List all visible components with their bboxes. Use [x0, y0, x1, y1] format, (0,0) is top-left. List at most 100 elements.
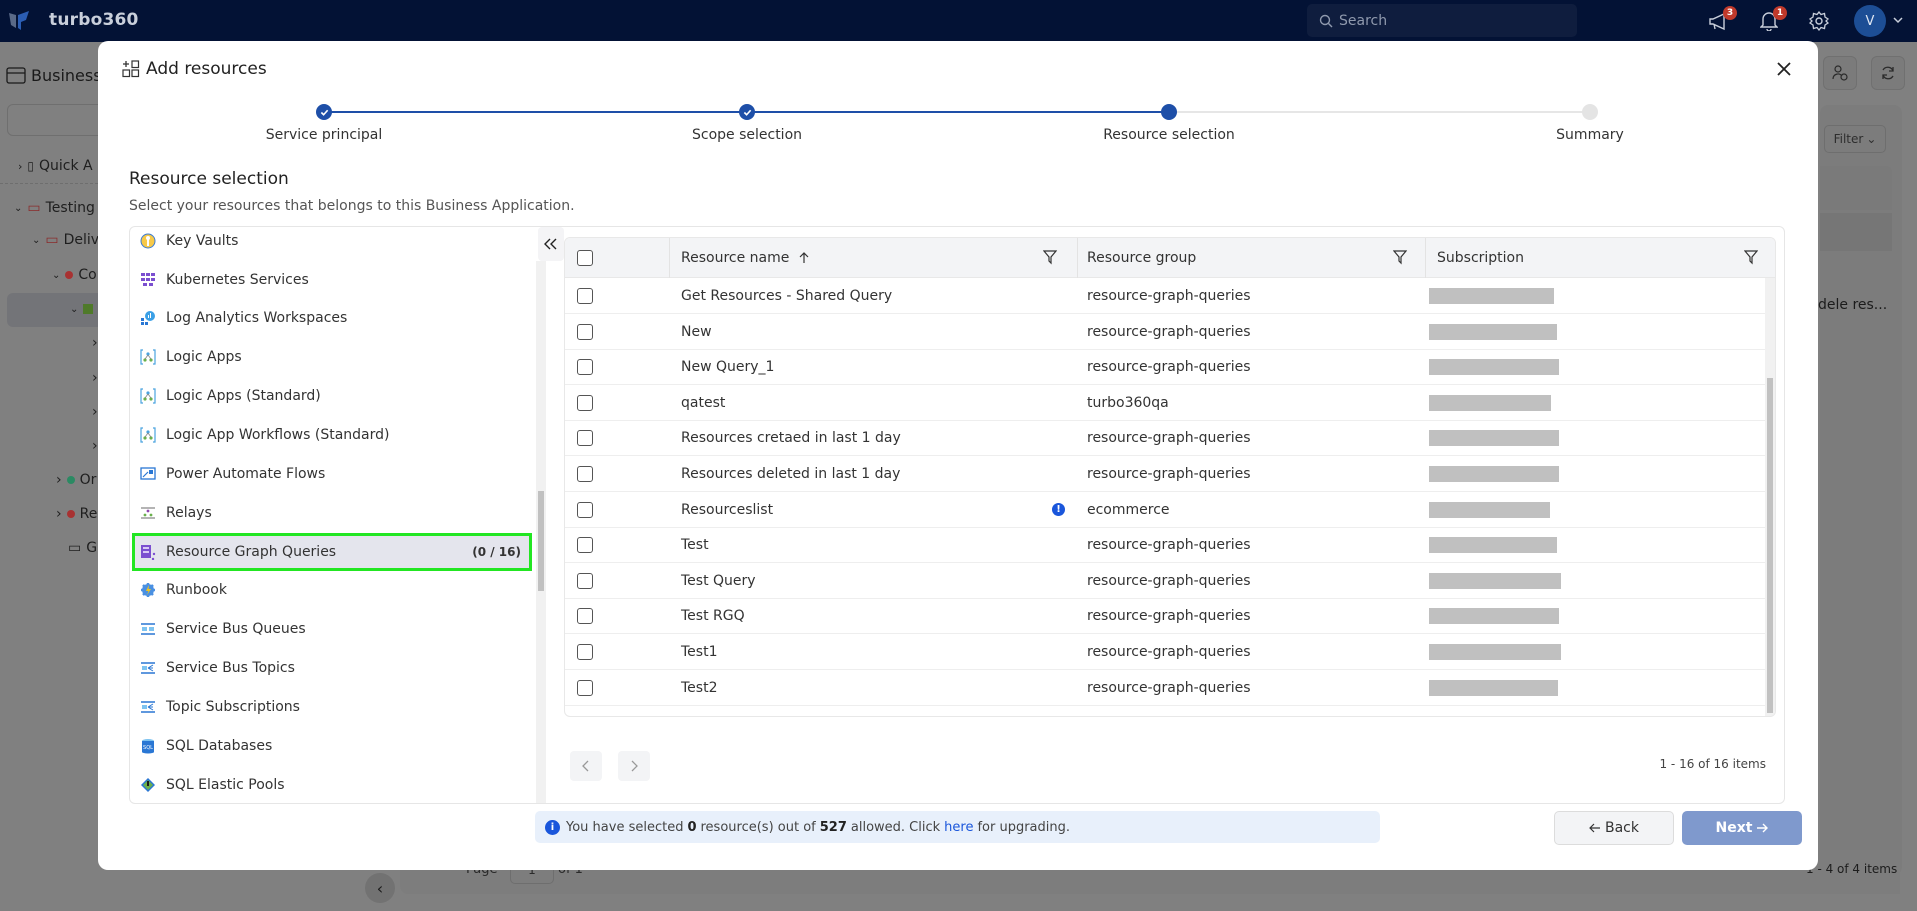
column-header-subscription[interactable]: Subscription [1437, 238, 1524, 278]
resource-type-logic-apps[interactable]: Logic Apps [132, 339, 532, 375]
resource-type-resource-graph-queries[interactable]: Resource Graph Queries (0 / 16) [132, 533, 532, 571]
resource-selection-card: Key Vaults Kubernetes Services Log Analy… [129, 226, 1785, 804]
background-user-clock-button [1823, 56, 1857, 90]
row-checkbox[interactable] [577, 359, 593, 376]
resource-group-cell: resource-graph-queries [1087, 288, 1251, 304]
redacted-subscription [1429, 679, 1558, 696]
next-button[interactable]: Next [1682, 811, 1802, 845]
resource-type-topic-subscriptions[interactable]: Topic Subscriptions [132, 689, 532, 725]
kubernetes-icon [140, 272, 156, 288]
table-header: Resource name Resource group Subscriptio… [565, 238, 1775, 278]
banner-text: You have selected [566, 819, 684, 835]
resource-group-cell: resource-graph-queries [1087, 430, 1251, 447]
table-scrollbar-thumb[interactable] [1767, 378, 1773, 713]
announcements-button[interactable]: 3 [1707, 6, 1737, 33]
back-button[interactable]: Back [1554, 811, 1674, 845]
settings-button[interactable] [1807, 9, 1831, 33]
resource-type-logic-app-workflows-standard[interactable]: Logic App Workflows (Standard) [132, 417, 532, 453]
table-row[interactable]: Resources cretaed in last 1 day resource-… [565, 420, 1765, 457]
previous-page-button[interactable] [570, 751, 602, 781]
column-label: Resource group [1087, 250, 1197, 266]
sort-ascending-icon[interactable] [799, 252, 809, 264]
table-row[interactable]: Resources deleted in last 1 day resource-… [565, 456, 1765, 492]
resource-type-key-vaults[interactable]: Key Vaults [132, 227, 532, 259]
row-checkbox[interactable] [577, 537, 593, 554]
resource-type-service-bus-topics[interactable]: Service Bus Topics [132, 650, 532, 686]
banner-text: allowed. Click [850, 819, 941, 835]
resource-name-cell: New [681, 323, 712, 340]
resource-type-sql-elastic-pools[interactable]: SQL Elastic Pools [132, 767, 532, 803]
resource-group-cell: resource-graph-queries [1087, 323, 1251, 340]
next-button-label: Next [1715, 820, 1753, 836]
row-checkbox-cell [577, 456, 593, 492]
row-checkbox[interactable] [577, 572, 593, 589]
row-checkbox[interactable] [577, 288, 593, 304]
type-list-scrollbar[interactable] [536, 261, 546, 803]
collapse-type-list-button[interactable] [538, 227, 564, 261]
filter-icon[interactable] [1744, 250, 1758, 265]
resource-type-label: Logic Apps [166, 349, 242, 365]
user-avatar[interactable]: V [1854, 5, 1886, 37]
notifications-button[interactable]: 1 [1757, 6, 1787, 33]
upgrade-link[interactable]: here [944, 820, 973, 835]
business-app-icon [6, 66, 26, 84]
background-tree-item: › Or [56, 472, 97, 488]
type-list-scrollbar-thumb[interactable] [538, 491, 544, 591]
resource-name-cell: New Query_1 [681, 359, 775, 376]
row-checkbox-cell [577, 420, 593, 456]
table-row[interactable]: Test Query resource-graph-queries [565, 563, 1765, 599]
next-page-button[interactable] [618, 751, 650, 781]
table-row[interactable]: New resource-graph-queries [565, 314, 1765, 350]
resource-type-service-bus-queues[interactable]: Service Bus Queues [132, 611, 532, 647]
chevron-down-icon[interactable] [1892, 14, 1904, 26]
row-checkbox[interactable] [577, 501, 593, 518]
table-row[interactable]: Test1 resource-graph-queries [565, 634, 1765, 670]
resource-type-power-automate-flows[interactable]: Power Automate Flows [132, 456, 532, 492]
resource-type-kubernetes-services[interactable]: Kubernetes Services [132, 262, 532, 298]
row-checkbox[interactable] [577, 679, 593, 696]
row-checkbox[interactable] [577, 644, 593, 660]
resource-type-logic-apps-standard[interactable]: Logic Apps (Standard) [132, 378, 532, 414]
table-row[interactable]: Test2 resource-graph-queries [565, 670, 1765, 706]
selection-limit-banner: i You have selected 0 resource(s) out of… [535, 811, 1380, 843]
global-search-input[interactable]: Search [1307, 4, 1577, 37]
table-row[interactable]: Test resource-graph-queries [565, 527, 1765, 564]
resource-graph-icon [140, 544, 156, 560]
resource-type-sql-databases[interactable]: SQL SQL Databases [132, 728, 532, 764]
row-checkbox-cell [577, 278, 593, 314]
section-subtitle: Select your resources that belongs to th… [129, 198, 575, 214]
row-checkbox[interactable] [577, 466, 593, 482]
user-clock-icon [1832, 65, 1848, 81]
table-row[interactable]: Test RGQ resource-graph-queries [565, 598, 1765, 635]
table-row[interactable]: Resourceslist ecommerce! [565, 492, 1765, 528]
resource-type-relays[interactable]: Relays [132, 495, 532, 531]
row-checkbox[interactable] [577, 430, 593, 447]
logic-app-icon [140, 388, 156, 404]
power-automate-icon [140, 466, 156, 482]
filter-icon[interactable] [1043, 250, 1057, 265]
table-scrollbar[interactable] [1765, 278, 1775, 716]
row-checkbox[interactable] [577, 323, 593, 340]
table-row[interactable]: Get Resources - Shared Query resource-gra… [565, 278, 1765, 314]
filter-icon[interactable] [1393, 250, 1407, 265]
brand-name[interactable]: turbo360 [49, 10, 139, 30]
column-header-resource-group[interactable]: Resource group [1087, 238, 1196, 278]
resource-group-cell: resource-graph-queries [1087, 537, 1251, 554]
table-row[interactable]: qatest turbo360qa [565, 385, 1765, 421]
background-tree-chevron: › [92, 335, 98, 351]
double-chevron-left-icon [544, 238, 557, 250]
allowed-count: 527 [819, 819, 847, 835]
row-checkbox[interactable] [577, 608, 593, 625]
warning-icon[interactable]: ! [1052, 502, 1065, 516]
background-tree-chevron: › [92, 370, 98, 386]
chevron-right-icon [631, 760, 638, 772]
step-1-completed-dot [316, 104, 332, 120]
resource-name-cell: qatest [681, 394, 726, 411]
column-header-resource-name[interactable]: Resource name [681, 238, 809, 278]
resource-type-runbook[interactable]: Runbook [132, 572, 532, 608]
row-checkbox-cell [577, 314, 593, 350]
resource-type-log-analytics[interactable]: Log Analytics Workspaces [132, 300, 532, 336]
row-checkbox[interactable] [577, 394, 593, 411]
table-row[interactable]: New Query_1 resource-graph-queries [565, 349, 1765, 386]
select-all-checkbox[interactable] [577, 250, 593, 266]
